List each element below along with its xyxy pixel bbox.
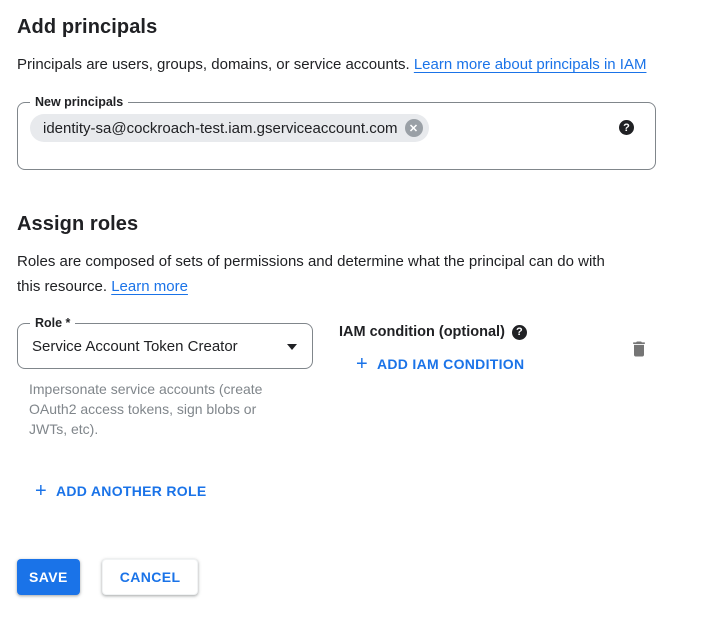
action-bar: SAVE CANCEL — [17, 559, 713, 595]
iam-condition-label-row: IAM condition (optional) ? — [339, 324, 532, 340]
delete-role-column — [627, 323, 651, 364]
principals-help-icon[interactable]: ? — [619, 120, 634, 135]
role-label: Role * — [30, 315, 75, 331]
page-title: Add principals — [17, 14, 713, 40]
add-another-role-button[interactable]: + ADD ANOTHER ROLE — [27, 476, 215, 506]
principal-chip: identity-sa@cockroach-test.iam.gservicea… — [30, 114, 429, 142]
role-column: Role * Service Account Token Creator Imp… — [17, 323, 313, 439]
add-iam-condition-label: ADD IAM CONDITION — [377, 356, 524, 372]
cancel-button[interactable]: CANCEL — [102, 559, 199, 595]
dropdown-caret-icon — [287, 344, 297, 350]
remove-principal-icon[interactable]: ✕ — [405, 119, 423, 137]
add-principals-panel: Add principals Principals are users, gro… — [0, 0, 713, 595]
delete-role-button[interactable] — [627, 337, 651, 364]
new-principals-label: New principals — [30, 94, 128, 110]
iam-condition-label: IAM condition (optional) — [339, 324, 505, 340]
roles-description: Roles are composed of sets of permission… — [17, 249, 632, 299]
roles-description-text: Roles are composed of sets of permission… — [17, 253, 605, 295]
new-principals-field[interactable]: New principals identity-sa@cockroach-tes… — [17, 102, 656, 170]
assign-roles-title: Assign roles — [17, 211, 713, 237]
iam-condition-column: IAM condition (optional) ? + ADD IAM CON… — [339, 323, 532, 379]
learn-more-principals-link[interactable]: Learn more about principals in IAM — [414, 56, 647, 73]
role-row: Role * Service Account Token Creator Imp… — [17, 323, 713, 439]
principals-description: Principals are users, groups, domains, o… — [17, 52, 665, 77]
principals-description-text: Principals are users, groups, domains, o… — [17, 56, 414, 73]
iam-condition-help-icon[interactable]: ? — [512, 325, 527, 340]
role-selected-value: Service Account Token Creator — [32, 338, 238, 355]
save-button[interactable]: SAVE — [17, 559, 80, 595]
trash-icon — [629, 339, 649, 359]
plus-icon: + — [35, 482, 47, 500]
learn-more-roles-link[interactable]: Learn more — [111, 278, 188, 295]
principal-chip-text: identity-sa@cockroach-test.iam.gservicea… — [43, 120, 398, 137]
role-helper-text: Impersonate service accounts (create OAu… — [29, 379, 291, 439]
add-iam-condition-button[interactable]: + ADD IAM CONDITION — [348, 349, 532, 379]
plus-icon: + — [356, 355, 368, 373]
role-select[interactable]: Role * Service Account Token Creator — [17, 323, 313, 369]
add-another-role-label: ADD ANOTHER ROLE — [56, 483, 207, 499]
